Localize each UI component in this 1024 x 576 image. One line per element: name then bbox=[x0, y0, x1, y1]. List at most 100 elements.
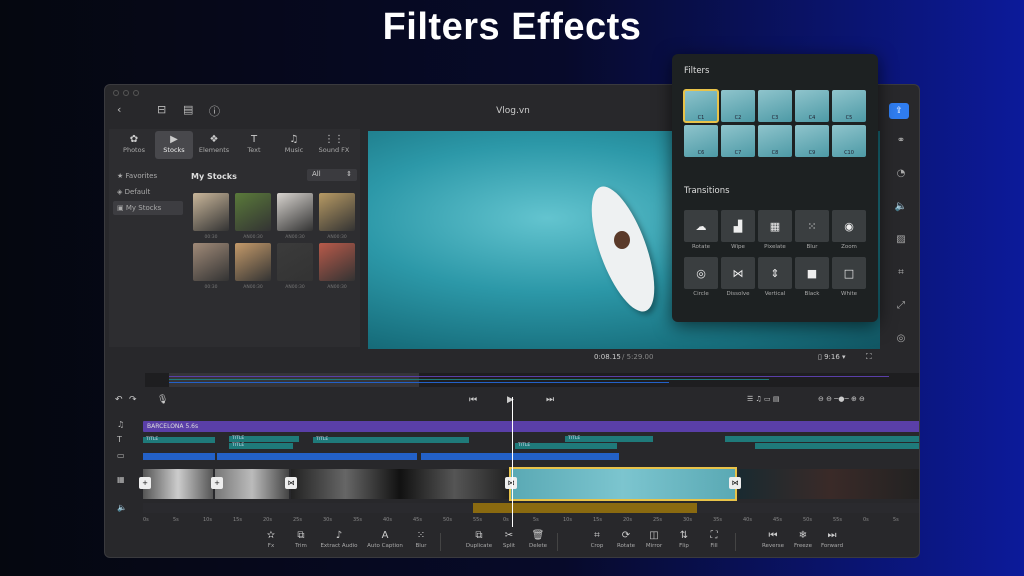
overlay-clip[interactable] bbox=[217, 453, 417, 460]
tool-delete[interactable]: 🗑 Delete bbox=[518, 530, 558, 549]
tool-label: Auto Caption bbox=[367, 543, 403, 549]
tool-extract-audio[interactable]: ♪ Extract Audio bbox=[319, 530, 359, 549]
video-clip[interactable] bbox=[291, 469, 509, 499]
title-clip[interactable]: TITLE bbox=[229, 436, 299, 442]
stock-thumbnail[interactable]: AN00:30 bbox=[319, 243, 355, 290]
fullscreen-icon[interactable]: ⛶ bbox=[866, 352, 872, 362]
stock-thumbnail[interactable]: AN00:30 bbox=[319, 193, 355, 240]
video-clip[interactable] bbox=[143, 469, 213, 499]
stock-thumbnail[interactable]: AN00:30 bbox=[277, 243, 313, 290]
volume-icon[interactable]: 🔈 bbox=[887, 201, 915, 234]
video-clip-selected[interactable] bbox=[509, 467, 737, 501]
filter-c2[interactable]: C2 bbox=[721, 90, 755, 122]
time-ruler[interactable]: 0s 5s 10s 15s 20s 25s 30s 35s 40s 45s 50s 55s 0s 5s 10… bbox=[143, 517, 919, 525]
speed-icon[interactable]: ◔ bbox=[887, 168, 915, 201]
transition-icon[interactable]: ⋈ bbox=[285, 477, 297, 489]
pattern-icon[interactable]: ▨ bbox=[887, 234, 915, 267]
tool-label: Freeze bbox=[794, 543, 812, 549]
overlay-clip[interactable] bbox=[421, 453, 619, 460]
prev-icon[interactable]: ⏮ bbox=[469, 395, 477, 405]
filter-c10[interactable]: C10 bbox=[832, 125, 866, 157]
add-clip-button[interactable]: + bbox=[139, 477, 151, 489]
filter-c6[interactable]: C6 bbox=[684, 125, 718, 157]
transition-pixelate[interactable]: ▦ Pixelate bbox=[758, 210, 792, 254]
transition-blur[interactable]: ⁙ Blur bbox=[795, 210, 829, 254]
sidebar-item-default[interactable]: ◈ Default bbox=[113, 185, 183, 199]
title-clip[interactable] bbox=[725, 436, 919, 442]
zoom-out-icon[interactable]: ⊖ ⊖ ─●─ ⊕ ⊖ bbox=[818, 395, 865, 403]
stock-thumbnail[interactable]: 00:30 bbox=[193, 243, 229, 290]
filter-c4[interactable]: C4 bbox=[795, 90, 829, 122]
library-filter-select[interactable]: All ⇕ bbox=[307, 169, 357, 181]
ruler-tick: 5s bbox=[893, 517, 899, 523]
audio-clip[interactable]: BARCELONA 5.6s bbox=[143, 421, 919, 432]
stock-thumbnail[interactable]: 00:30 bbox=[193, 193, 229, 240]
tool-trim[interactable]: ⧉ Trim bbox=[281, 530, 321, 549]
filter-label: C9 bbox=[808, 150, 816, 156]
stock-thumbnail[interactable]: AN00:30 bbox=[235, 243, 271, 290]
expand-icon[interactable]: ⤢ bbox=[887, 300, 915, 333]
sidebar-item-my-stocks[interactable]: ▣ My Stocks bbox=[113, 201, 183, 215]
transition-vertical[interactable]: ⇕ Vertical bbox=[758, 257, 792, 301]
title-clip[interactable]: TITLE bbox=[565, 436, 653, 442]
export-button[interactable]: ⇪ bbox=[889, 103, 909, 119]
tab-elements[interactable]: ❖ Elements bbox=[195, 131, 233, 159]
playhead[interactable] bbox=[512, 397, 513, 527]
filter-label: C5 bbox=[845, 115, 853, 121]
next-icon[interactable]: ⏭ bbox=[546, 395, 554, 405]
aperture-icon[interactable]: ◎ bbox=[887, 333, 915, 366]
transition-wipe[interactable]: ▟ Wipe bbox=[721, 210, 755, 254]
window-controls[interactable] bbox=[113, 90, 139, 96]
title-clip[interactable]: TITLE bbox=[143, 437, 215, 443]
title-clip[interactable] bbox=[755, 443, 919, 449]
tool-fill[interactable]: ⛶ Fill bbox=[694, 530, 734, 549]
transition-icon[interactable]: ⋈ bbox=[505, 477, 517, 489]
transition-dissolve[interactable]: ⋈ Dissolve bbox=[721, 257, 755, 301]
transition-white[interactable]: □ White bbox=[832, 257, 866, 301]
transition-zoom[interactable]: ◉ Zoom bbox=[832, 210, 866, 254]
sidebar-item-favorites[interactable]: ★ Favorites bbox=[113, 169, 183, 183]
track-tools-icon[interactable]: ☰ ♫ ▭ ▤ bbox=[747, 395, 779, 403]
add-clip-button[interactable]: + bbox=[211, 477, 223, 489]
video-clip[interactable] bbox=[739, 469, 919, 499]
undo-icon[interactable]: ↶ bbox=[115, 395, 123, 405]
redo-icon[interactable]: ↷ bbox=[129, 395, 137, 405]
tool-label: Reverse bbox=[761, 543, 785, 549]
filter-c7[interactable]: C7 bbox=[721, 125, 755, 157]
ruler-tick: 35s bbox=[713, 517, 722, 523]
stock-thumbnail[interactable]: AN00:30 bbox=[235, 193, 271, 240]
tool-blur[interactable]: ⁙ Blur bbox=[401, 530, 441, 549]
filter-c3[interactable]: C3 bbox=[758, 90, 792, 122]
sound-fx-icon: ⋮⋮ bbox=[324, 134, 344, 145]
tool-auto-caption[interactable]: A Auto Caption bbox=[365, 530, 405, 549]
transition-icon[interactable]: ⋈ bbox=[729, 477, 741, 489]
overlay-clip[interactable] bbox=[143, 453, 215, 460]
timeline-overview[interactable] bbox=[145, 373, 919, 387]
color-icon[interactable]: ⚭ bbox=[887, 135, 915, 168]
tool-forward[interactable]: ⏭ Forward bbox=[812, 530, 852, 549]
title-clip[interactable]: TITLE bbox=[313, 437, 469, 443]
stock-thumbnail[interactable]: AN00:30 bbox=[277, 193, 313, 240]
filter-c5[interactable]: C5 bbox=[832, 90, 866, 122]
audio-waveform-selected[interactable] bbox=[473, 503, 697, 513]
video-clip[interactable] bbox=[215, 469, 289, 499]
ruler-tick: 30s bbox=[323, 517, 332, 523]
tab-stocks[interactable]: ▶ Stocks bbox=[155, 131, 193, 159]
auto-caption-icon: A bbox=[381, 530, 389, 541]
transition-label: White bbox=[841, 291, 857, 297]
filter-c8[interactable]: C8 bbox=[758, 125, 792, 157]
transition-circle[interactable]: ◎ Circle bbox=[684, 257, 718, 301]
mic-icon[interactable]: 🎙 bbox=[157, 395, 168, 405]
tab-text[interactable]: T Text bbox=[235, 131, 273, 159]
filter-c1[interactable]: C1 bbox=[683, 89, 719, 123]
transition-black[interactable]: ■ Black bbox=[795, 257, 829, 301]
aspect-ratio-select[interactable]: ▯ 9:16 ▾ bbox=[818, 353, 846, 361]
tab-photos[interactable]: ✿ Photos bbox=[115, 131, 153, 159]
transition-rotate[interactable]: ☁ Rotate bbox=[684, 210, 718, 254]
crop-icon[interactable]: ⌗ bbox=[887, 267, 915, 300]
tab-music[interactable]: ♫ Music bbox=[275, 131, 313, 159]
tab-sound-fx[interactable]: ⋮⋮ Sound FX bbox=[315, 131, 353, 159]
filter-c9[interactable]: C9 bbox=[795, 125, 829, 157]
title-clip[interactable]: TITLE bbox=[229, 443, 293, 449]
title-clip[interactable]: TITLE bbox=[515, 443, 617, 449]
